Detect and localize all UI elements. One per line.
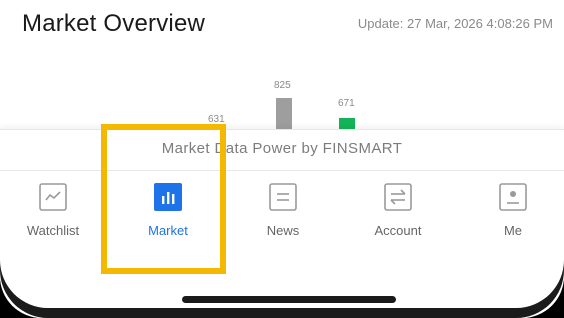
tab-watchlist-label: Watchlist <box>26 223 80 238</box>
tab-news-label: News <box>266 223 300 238</box>
bar-2 <box>276 98 292 130</box>
news-icon <box>269 183 297 211</box>
watchlist-chart-icon <box>39 183 67 211</box>
home-indicator[interactable] <box>182 296 396 303</box>
update-timestamp: Update: 27 Mar, 2026 4:08:26 PM <box>357 16 553 31</box>
profile-icon <box>499 183 527 211</box>
highlight-box <box>101 124 226 274</box>
tab-bar: Watchlist Market News Account Me <box>0 171 564 261</box>
phone-screen: Market Overview Update: 27 Mar, 2026 4:0… <box>0 0 564 318</box>
page-title: Market Overview <box>22 10 206 37</box>
tab-news[interactable]: News <box>233 171 333 261</box>
bar-label-3: 671 <box>338 98 355 109</box>
tab-me-label: Me <box>503 223 523 238</box>
tab-me[interactable]: Me <box>463 171 563 261</box>
market-chart: 631 825 671 <box>0 60 564 140</box>
tab-watchlist[interactable]: Watchlist <box>3 171 103 261</box>
tab-account[interactable]: Account <box>348 171 448 261</box>
tab-account-label: Account <box>374 223 422 238</box>
account-transfer-icon <box>384 183 412 211</box>
powered-by-text: Market Data Power by FINSMART <box>161 140 403 157</box>
bar-label-2: 825 <box>274 80 291 91</box>
